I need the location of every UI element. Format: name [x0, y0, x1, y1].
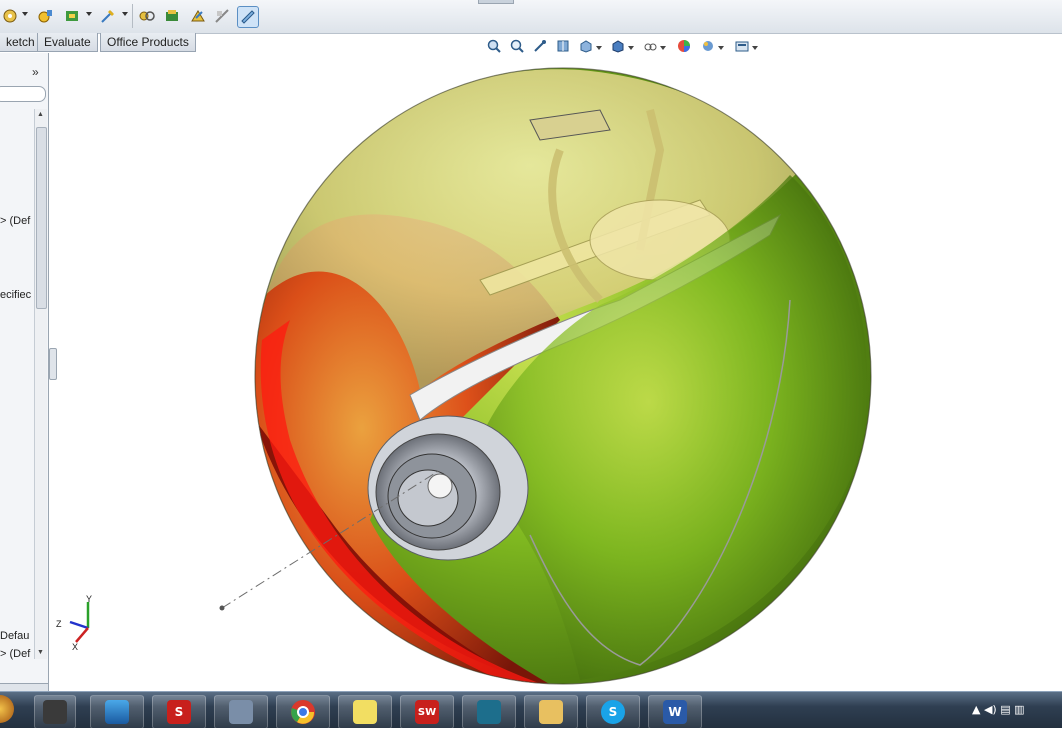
tab-sketch[interactable]: ketch [0, 33, 40, 52]
taskbar-paint-app[interactable] [90, 695, 144, 729]
measure-icon[interactable] [237, 6, 259, 28]
feature-manager-panel: » > (Def ecifiec Defau > (Def ▲ ▼ [0, 53, 49, 691]
rebuild-icon[interactable] [0, 6, 20, 26]
tree-filter-input[interactable] [0, 86, 46, 102]
tree-item[interactable]: > (Def [0, 648, 30, 660]
apply-scene-icon[interactable] [700, 38, 716, 54]
tree-scrollbar[interactable]: ▲ ▼ [34, 109, 47, 659]
taskbar-explorer-app[interactable] [524, 695, 578, 729]
tree-item[interactable]: ecifiec [0, 289, 31, 301]
taskbar-solidworks-app[interactable]: SW [400, 695, 454, 729]
sticky-notes-icon [353, 700, 377, 724]
dropdown-arrow[interactable] [122, 12, 128, 16]
window-tab-stub [478, 0, 514, 4]
command-toolbar [0, 0, 1062, 34]
mate-icon[interactable] [62, 6, 82, 26]
taskbar-sticky-notes-app[interactable] [338, 695, 392, 729]
assembly-icon[interactable] [137, 6, 157, 26]
game-app-icon [43, 700, 67, 724]
windows-taskbar: S SW S W ▲ ◀) ▤ ▥ [0, 691, 1062, 729]
triad-z-label: Z [56, 619, 62, 629]
chrome-icon [291, 700, 315, 724]
interference-icon[interactable] [188, 6, 208, 26]
clearance-icon[interactable] [212, 6, 232, 26]
taskbar-skype-app[interactable]: S [586, 695, 640, 729]
zoom-to-fit-icon[interactable] [486, 38, 502, 54]
system-tray[interactable]: ▲ ◀) ▤ ▥ [972, 703, 1025, 716]
tool-app-icon [229, 700, 253, 724]
start-orb-icon[interactable] [0, 695, 14, 723]
skype-icon: S [601, 700, 625, 724]
dropdown-arrow[interactable] [718, 46, 724, 50]
tree-item[interactable]: > (Def [0, 215, 30, 227]
taskbar-chrome-app[interactable] [276, 695, 330, 729]
horizontal-scrollbar[interactable] [0, 683, 48, 691]
display-style-icon[interactable] [610, 38, 626, 54]
zoom-to-area-icon[interactable] [509, 38, 525, 54]
paint-app-icon [105, 700, 129, 724]
configure-icon[interactable] [36, 6, 56, 26]
taskbar-solidworks-3d-app[interactable]: S [152, 695, 206, 729]
pokeball-model-render [219, 67, 872, 685]
pokeball-button-lens [367, 415, 529, 561]
dropdown-arrow[interactable] [660, 46, 666, 50]
triad-y-label: Y [86, 594, 93, 604]
graphics-viewport[interactable] [50, 53, 1062, 691]
hide-show-items-icon[interactable] [642, 38, 658, 54]
triad-x-label: X [72, 642, 79, 652]
word-icon: W [663, 700, 687, 724]
dropdown-arrow[interactable] [752, 46, 758, 50]
solidworks-3d-app-icon: S [167, 700, 191, 724]
tab-evaluate[interactable]: Evaluate [37, 33, 98, 52]
scroll-up-icon[interactable]: ▲ [37, 111, 44, 118]
taskbar-game-app[interactable] [34, 695, 76, 729]
view-settings-icon[interactable] [734, 38, 750, 54]
taskbar-word-app[interactable]: W [648, 695, 702, 729]
chart-app-icon [477, 700, 501, 724]
solidworks-icon: SW [415, 700, 439, 724]
taskbar-tool-app[interactable] [214, 695, 268, 729]
dropdown-arrow[interactable] [22, 12, 28, 16]
folder-icon [539, 700, 563, 724]
tree-item[interactable]: Defau [0, 630, 29, 642]
collapse-panel-button[interactable]: » [32, 65, 39, 79]
scrollbar-thumb[interactable] [36, 127, 47, 309]
taskbar-chart-app[interactable] [462, 695, 516, 729]
dropdown-arrow[interactable] [86, 12, 92, 16]
section-view-icon[interactable] [555, 38, 571, 54]
previous-view-icon[interactable] [532, 38, 548, 54]
view-orientation-icon[interactable] [578, 38, 594, 54]
tab-office-products[interactable]: Office Products [100, 33, 196, 52]
assembly-visualization-icon[interactable] [162, 6, 182, 26]
dropdown-arrow[interactable] [628, 46, 634, 50]
scroll-down-icon[interactable]: ▼ [37, 649, 44, 656]
reference-icon[interactable] [98, 6, 118, 26]
dropdown-arrow[interactable] [596, 46, 602, 50]
reference-triad: Y Z X [54, 594, 104, 652]
edit-appearance-icon[interactable] [676, 38, 692, 54]
